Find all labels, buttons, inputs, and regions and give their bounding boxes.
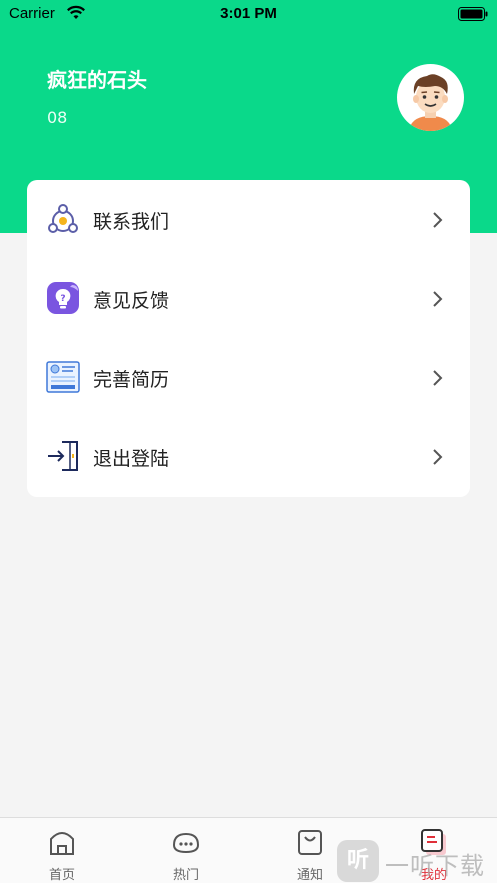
- profile-id: 08: [47, 108, 68, 127]
- status-bar: Carrier 3:01 PM: [0, 0, 497, 28]
- contact-network-icon: [48, 204, 78, 233]
- chevron-right-icon: [433, 449, 443, 465]
- tab-label: 首页: [48, 868, 75, 883]
- tab-hot[interactable]: 热门: [124, 818, 248, 883]
- hot-chat-icon: [172, 832, 200, 854]
- menu-item-label: 退出登陆: [93, 448, 170, 470]
- menu-item-resume[interactable]: 完善简历: [27, 338, 470, 417]
- menu-item-contact-us[interactable]: 联系我们: [27, 180, 470, 259]
- resume-icon: [46, 361, 80, 393]
- menu-item-feedback[interactable]: ? 意见反馈: [27, 259, 470, 338]
- menu-item-label: 意见反馈: [93, 290, 170, 312]
- battery-icon: [458, 7, 488, 21]
- menu-item-label: 完善简历: [93, 369, 170, 391]
- chevron-right-icon: [433, 370, 443, 386]
- logout-door-icon: [48, 441, 78, 471]
- bag-icon: [298, 830, 322, 855]
- home-icon: [50, 832, 74, 855]
- svg-text:?: ?: [60, 294, 65, 304]
- chevron-right-icon: [433, 212, 443, 228]
- menu-item-label: 联系我们: [93, 211, 170, 233]
- watermark-logo: 听: [337, 840, 379, 882]
- avatar-boy-icon: [397, 64, 464, 131]
- menu-card: 联系我们 ? 意见反馈 完善简历 退出登陆: [27, 180, 470, 497]
- avatar[interactable]: [397, 64, 464, 131]
- status-time: 3:01 PM: [220, 5, 277, 22]
- feedback-lightbulb-icon: ?: [47, 282, 79, 314]
- tab-label: 热门: [172, 868, 199, 883]
- watermark: 听 一听下载: [337, 838, 497, 883]
- watermark-text: 一听下载: [385, 852, 485, 880]
- chevron-right-icon: [433, 291, 443, 307]
- profile-name: 疯狂的石头: [47, 68, 147, 92]
- menu-item-logout[interactable]: 退出登陆: [27, 417, 470, 496]
- tab-home[interactable]: 首页: [0, 818, 124, 883]
